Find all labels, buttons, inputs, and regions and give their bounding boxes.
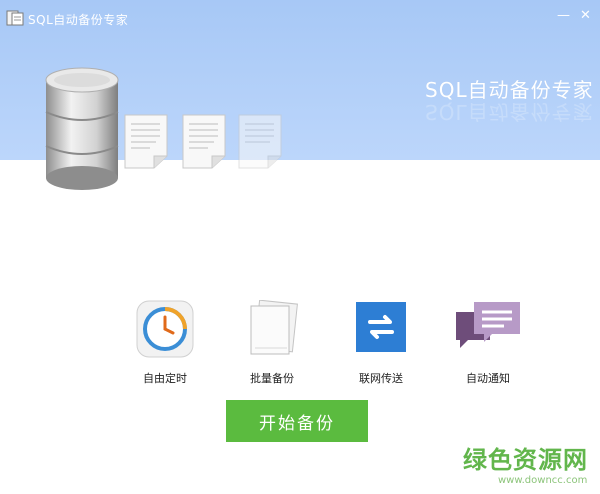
documents-icon bbox=[250, 299, 298, 355]
transfer-arrows-icon bbox=[356, 302, 406, 352]
document-icon bbox=[124, 114, 168, 169]
feature-auto-notify[interactable]: 自动通知 bbox=[448, 300, 528, 386]
feature-label: 自由定时 bbox=[143, 372, 187, 385]
database-icon bbox=[45, 67, 119, 190]
document-icon bbox=[182, 114, 226, 169]
chat-bubbles-icon bbox=[456, 302, 520, 348]
feature-network-transfer[interactable]: 联网传送 bbox=[341, 300, 421, 386]
feature-label: 自动通知 bbox=[466, 372, 510, 385]
window-title: SQL自动备份专家 bbox=[28, 13, 129, 27]
feature-timer[interactable]: 自由定时 bbox=[125, 300, 205, 386]
start-backup-button[interactable]: 开始备份 bbox=[226, 400, 368, 442]
app-icon bbox=[6, 10, 24, 26]
document-icon bbox=[238, 114, 282, 169]
title-bar[interactable]: SQL自动备份专家 — ✕ bbox=[0, 0, 600, 32]
minimize-button[interactable]: — bbox=[557, 8, 570, 23]
watermark-url: www.downcc.com bbox=[498, 475, 588, 486]
banner-title-reflection: SQL自动备份专家 bbox=[425, 100, 594, 124]
watermark-logo-text: 绿色资源网 bbox=[463, 446, 588, 474]
feature-label: 联网传送 bbox=[359, 372, 403, 385]
feature-batch-backup[interactable]: 批量备份 bbox=[232, 299, 312, 386]
clock-icon bbox=[136, 300, 194, 358]
close-button[interactable]: ✕ bbox=[580, 8, 591, 23]
feature-label: 批量备份 bbox=[250, 372, 294, 385]
